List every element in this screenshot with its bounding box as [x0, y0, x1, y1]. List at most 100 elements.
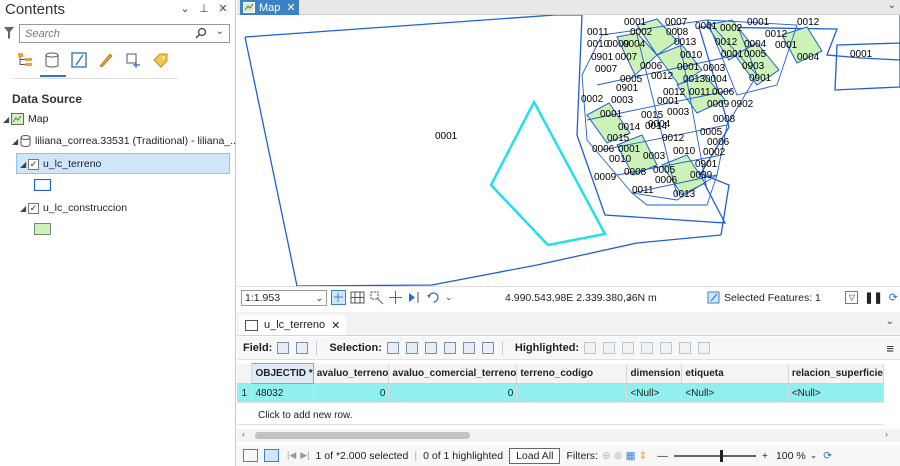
collapse-caret-icon[interactable]: ◢: [20, 160, 28, 169]
construccion-symbol-icon[interactable]: [34, 223, 51, 235]
search-dropdown-icon[interactable]: ⌄: [216, 26, 224, 37]
select-by-attributes-icon[interactable]: [386, 342, 399, 354]
filter-icon[interactable]: [3, 26, 15, 40]
table-cell[interactable]: <Null>: [681, 383, 789, 403]
column-header[interactable]: avaluo_terreno: [313, 363, 390, 384]
map-view[interactable]: 0001 0001 0001 0002 0011 0010 0009 0004 …: [237, 15, 900, 286]
delete-highlighted-icon[interactable]: [660, 342, 673, 354]
filter-icon[interactable]: ▽: [845, 291, 859, 304]
zoom-out-icon[interactable]: —: [657, 450, 668, 462]
zoom-to-selection-icon[interactable]: [405, 342, 418, 354]
zoom-slider-handle[interactable]: [719, 449, 723, 462]
close-tab-icon[interactable]: ✕: [331, 319, 340, 332]
parcel-label: 0001: [435, 131, 458, 142]
collapse-caret-icon[interactable]: ◢: [20, 204, 28, 213]
scale-selector[interactable]: 1:1.953 ⌄: [241, 290, 327, 306]
row-number[interactable]: 1: [237, 383, 253, 403]
search-input[interactable]: [20, 25, 180, 42]
delete-selection-icon[interactable]: [462, 342, 475, 354]
chevron-down-icon[interactable]: ⌄: [810, 450, 818, 461]
copy-selection-icon[interactable]: [481, 342, 494, 354]
tree-item-layer-terreno[interactable]: ◢ ✓ u_lc_terreno: [20, 158, 101, 170]
add-field-icon[interactable]: [277, 342, 290, 354]
show-all-records-icon[interactable]: [243, 449, 258, 462]
show-selected-records-icon[interactable]: [264, 449, 279, 462]
column-header[interactable]: avaluo_comercial_terreno: [388, 363, 518, 384]
horizontal-scrollbar[interactable]: ‹ ›: [237, 429, 900, 442]
list-by-data-source-icon[interactable]: [43, 51, 61, 69]
table-cell[interactable]: <Null>: [626, 383, 683, 403]
refresh-icon[interactable]: ⟳: [889, 291, 898, 304]
refresh-icon[interactable]: ⟳: [823, 450, 832, 462]
column-header[interactable]: terreno_codigo: [516, 363, 628, 384]
calculate-field-icon[interactable]: [296, 342, 309, 354]
table-cell[interactable]: 48032: [251, 383, 314, 403]
pin-icon[interactable]: ⊥: [198, 2, 210, 15]
first-record-icon[interactable]: |◀: [287, 450, 296, 461]
search-box[interactable]: ⌄: [19, 24, 230, 43]
list-by-editing-icon[interactable]: [97, 51, 115, 69]
add-new-row[interactable]: Click to add new row.: [237, 406, 884, 425]
pane-options-icon[interactable]: ⌄: [179, 2, 191, 15]
next-record-icon[interactable]: ▶|: [300, 450, 309, 461]
unselect-highlighted-icon[interactable]: [622, 342, 635, 354]
zoom-in-icon[interactable]: +: [762, 450, 768, 462]
list-by-selection-icon[interactable]: [70, 51, 88, 69]
selected-features-indicator[interactable]: Selected Features: 1: [707, 291, 821, 304]
grid-icon[interactable]: [350, 290, 365, 305]
column-header[interactable]: relacion_superficie: [788, 363, 885, 384]
reselect-highlighted-icon[interactable]: [641, 342, 654, 354]
scroll-left-icon[interactable]: ‹: [242, 429, 245, 439]
tab-list-dropdown-icon[interactable]: ⌄: [888, 0, 896, 11]
clear-selection-icon[interactable]: [443, 342, 456, 354]
filter-extent-icon[interactable]: ⊕: [602, 450, 611, 462]
copy-highlighted-icon[interactable]: [679, 342, 692, 354]
zoom-slider[interactable]: [673, 449, 756, 462]
filter-options-icon[interactable]: ▦: [626, 450, 636, 462]
column-header[interactable]: OBJECTID *: [251, 363, 314, 384]
layer-visibility-checkbox[interactable]: ✓: [28, 202, 39, 214]
scrollbar-thumb[interactable]: [255, 432, 470, 439]
snapping-icon[interactable]: [369, 290, 384, 305]
tab-list-dropdown-icon[interactable]: ⌄: [886, 316, 894, 327]
column-header[interactable]: dimension: [626, 363, 683, 384]
switch-selection-icon[interactable]: [424, 342, 437, 354]
refresh-icon[interactable]: [426, 290, 441, 305]
crosshair-icon[interactable]: [388, 290, 403, 305]
pause-icon[interactable]: ❚❚: [864, 291, 882, 304]
coordinate-units-dropdown-icon[interactable]: ⌄: [625, 292, 633, 303]
list-by-drawing-order-icon[interactable]: [16, 51, 34, 69]
table-cell[interactable]: [516, 383, 628, 403]
table-cell[interactable]: 0: [388, 383, 518, 403]
tab-map[interactable]: Map ✕: [240, 0, 299, 15]
sort-icon[interactable]: ⇕: [639, 450, 648, 462]
list-by-snapping-icon[interactable]: [124, 51, 142, 69]
tree-item-map[interactable]: ◢ Map: [3, 113, 48, 125]
list-by-labeling-icon[interactable]: [151, 51, 169, 69]
terreno-symbol-icon[interactable]: [34, 179, 51, 191]
table-menu-icon[interactable]: ≡: [886, 341, 894, 356]
close-icon[interactable]: ✕: [217, 2, 229, 15]
chevron-down-icon[interactable]: ⌄: [445, 292, 453, 303]
scroll-right-icon[interactable]: ›: [885, 429, 888, 439]
tree-item-layer-construccion[interactable]: ◢ ✓ u_lc_construccion: [20, 202, 127, 214]
map-canvas[interactable]: 0001 0001 0001 0002 0011 0010 0009 0004 …: [237, 15, 900, 286]
zoom-to-highlighted-icon[interactable]: [584, 342, 597, 354]
tab-table[interactable]: u_lc_terreno ✕: [239, 315, 347, 335]
table-row[interactable]: 1 48032 0 0 <Null> <Null> <Null>: [237, 383, 885, 403]
collapse-caret-icon[interactable]: ◢: [12, 137, 20, 146]
load-all-button[interactable]: Load All: [509, 447, 561, 464]
export-highlighted-icon[interactable]: [698, 342, 711, 354]
close-tab-icon[interactable]: ✕: [286, 1, 295, 14]
table-cell[interactable]: <Null>: [788, 383, 885, 403]
switch-highlighted-icon[interactable]: [603, 342, 616, 354]
filter-selection-icon[interactable]: ⊗: [614, 450, 623, 462]
table-cell[interactable]: 0: [313, 383, 390, 403]
column-header[interactable]: etiqueta: [681, 363, 789, 384]
search-icon[interactable]: [195, 27, 207, 39]
fixed-scale-icon[interactable]: [331, 290, 346, 305]
pause-drawing-icon[interactable]: [407, 290, 422, 305]
layer-visibility-checkbox[interactable]: ✓: [28, 158, 39, 170]
tree-item-database[interactable]: ◢ liliana_correa.33531 (Traditional) - l…: [12, 135, 239, 147]
collapse-caret-icon[interactable]: ◢: [3, 115, 11, 124]
